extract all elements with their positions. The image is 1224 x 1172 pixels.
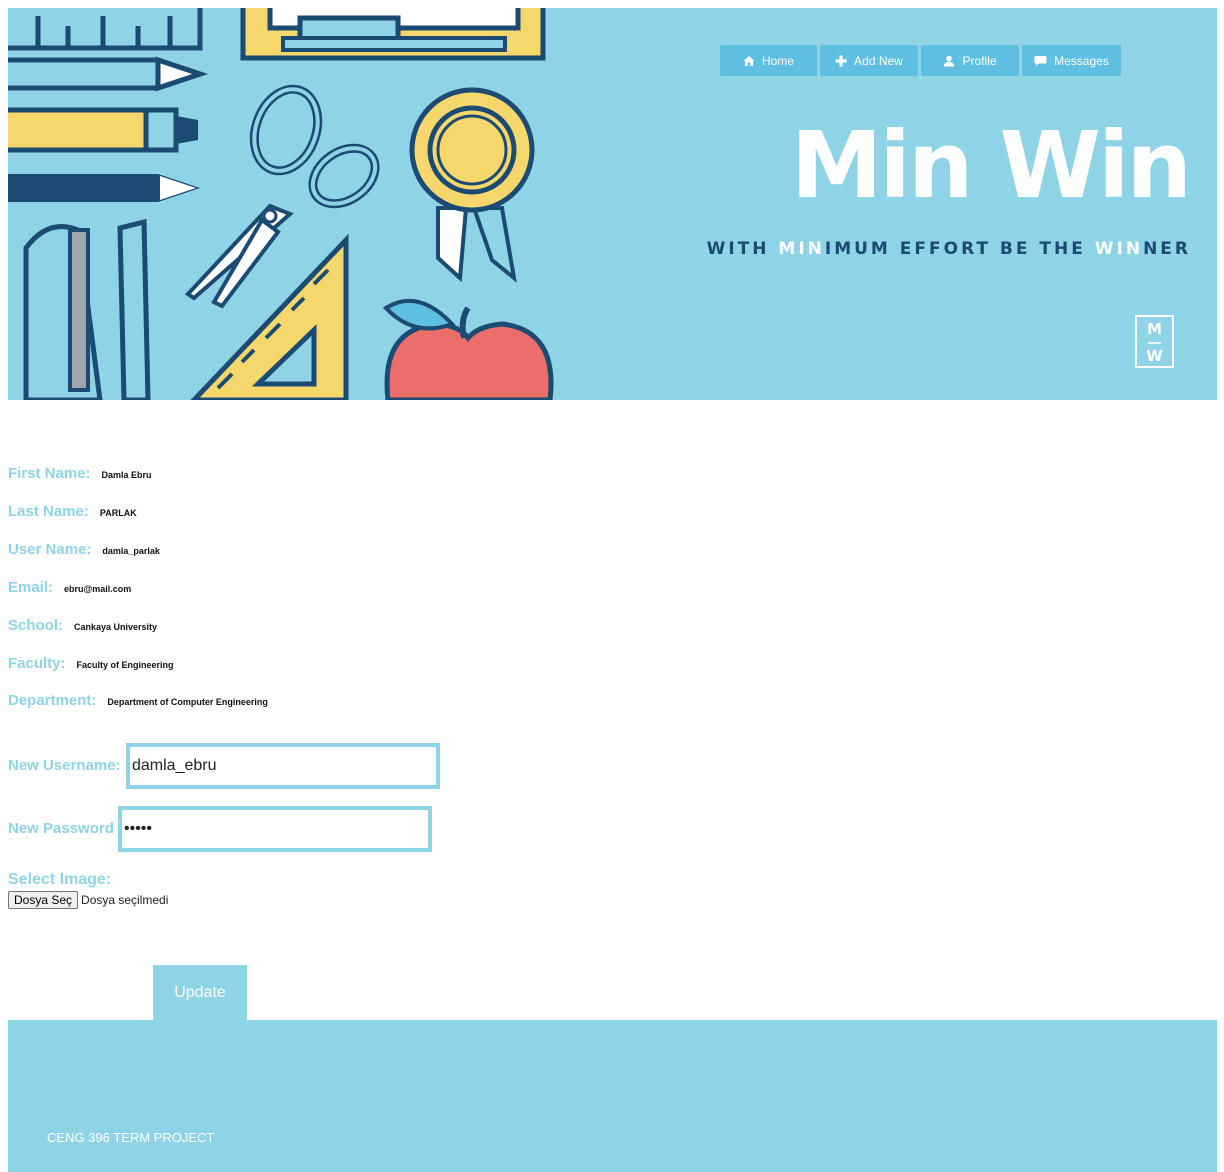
nav-home-label: Home bbox=[761, 53, 794, 68]
new-username-input[interactable] bbox=[126, 743, 440, 789]
user-name-value: damla_parlak bbox=[102, 546, 160, 556]
nav-messages-label: Messages bbox=[1054, 53, 1109, 68]
new-password-input[interactable] bbox=[118, 806, 432, 852]
logo-letter-w: W bbox=[1146, 347, 1163, 365]
profile-first-name-row: First Name: Damla Ebru bbox=[8, 465, 152, 482]
new-password-label: New Password bbox=[8, 820, 114, 837]
first-name-label: First Name: bbox=[8, 465, 91, 482]
main-nav: Home Add New Profile Messages bbox=[720, 45, 1121, 76]
header-banner: Home Add New Profile Messages Min Win WI… bbox=[8, 8, 1217, 400]
email-label: Email: bbox=[8, 579, 54, 596]
nav-add-new-label: Add New bbox=[854, 53, 903, 68]
profile-faculty-row: Faculty: Faculty of Engineering bbox=[8, 655, 174, 672]
tagline-part: IMUM EFFORT BE THE bbox=[824, 239, 1095, 259]
nav-home-button[interactable]: Home bbox=[720, 45, 817, 76]
tagline-highlight: WIN bbox=[1094, 239, 1144, 259]
chat-icon bbox=[1034, 55, 1047, 66]
tagline-highlight: MIN bbox=[778, 239, 825, 259]
nav-add-new-button[interactable]: Add New bbox=[820, 45, 918, 76]
last-name-label: Last Name: bbox=[8, 503, 89, 520]
profile-user-name-row: User Name: damla_parlak bbox=[8, 541, 160, 558]
school-value: Cankaya University bbox=[74, 622, 158, 632]
footer-text: CENG 396 TERM PROJECT bbox=[47, 1130, 215, 1145]
user-icon bbox=[944, 55, 955, 66]
select-image-label: Select Image: bbox=[8, 871, 112, 888]
brand-title: Min Win bbox=[790, 112, 1192, 219]
update-button[interactable]: Update bbox=[153, 965, 247, 1021]
nav-messages-button[interactable]: Messages bbox=[1022, 45, 1121, 76]
faculty-label: Faculty: bbox=[8, 655, 66, 672]
first-name-value: Damla Ebru bbox=[101, 470, 152, 480]
user-name-label: User Name: bbox=[8, 541, 92, 558]
last-name-value: PARLAK bbox=[99, 508, 137, 518]
new-username-label: New Username: bbox=[8, 757, 121, 774]
logo-letter-m: M bbox=[1147, 320, 1162, 338]
school-label: School: bbox=[8, 617, 63, 634]
email-value: ebru@mail.com bbox=[64, 584, 132, 594]
department-label: Department: bbox=[8, 692, 97, 709]
school-supplies-illustration bbox=[8, 8, 554, 400]
choose-file-button[interactable]: Dosya Seç bbox=[8, 891, 79, 909]
file-picker: Dosya Seç Dosya seçilmedi bbox=[8, 891, 168, 909]
faculty-value: Faculty of Engineering bbox=[76, 660, 174, 670]
profile-email-row: Email: ebru@mail.com bbox=[8, 579, 131, 596]
tagline-part: NER bbox=[1143, 239, 1191, 259]
mw-logo: M W bbox=[1135, 315, 1174, 368]
footer: CENG 396 TERM PROJECT bbox=[8, 1020, 1217, 1172]
tagline-part: WITH bbox=[706, 239, 779, 259]
plus-icon bbox=[835, 55, 847, 66]
home-icon bbox=[743, 55, 755, 66]
profile-last-name-row: Last Name: PARLAK bbox=[8, 503, 137, 520]
brand-tagline: WITH MINIMUM EFFORT BE THE WINNER bbox=[707, 239, 1191, 259]
nav-profile-label: Profile bbox=[962, 53, 997, 68]
logo-divider bbox=[1148, 342, 1161, 344]
nav-profile-button[interactable]: Profile bbox=[921, 45, 1019, 76]
file-status-text: Dosya seçilmedi bbox=[81, 893, 169, 907]
profile-school-row: School: Cankaya University bbox=[8, 617, 157, 634]
profile-department-row: Department: Department of Computer Engin… bbox=[8, 692, 268, 709]
department-value: Department of Computer Engineering bbox=[107, 697, 268, 707]
